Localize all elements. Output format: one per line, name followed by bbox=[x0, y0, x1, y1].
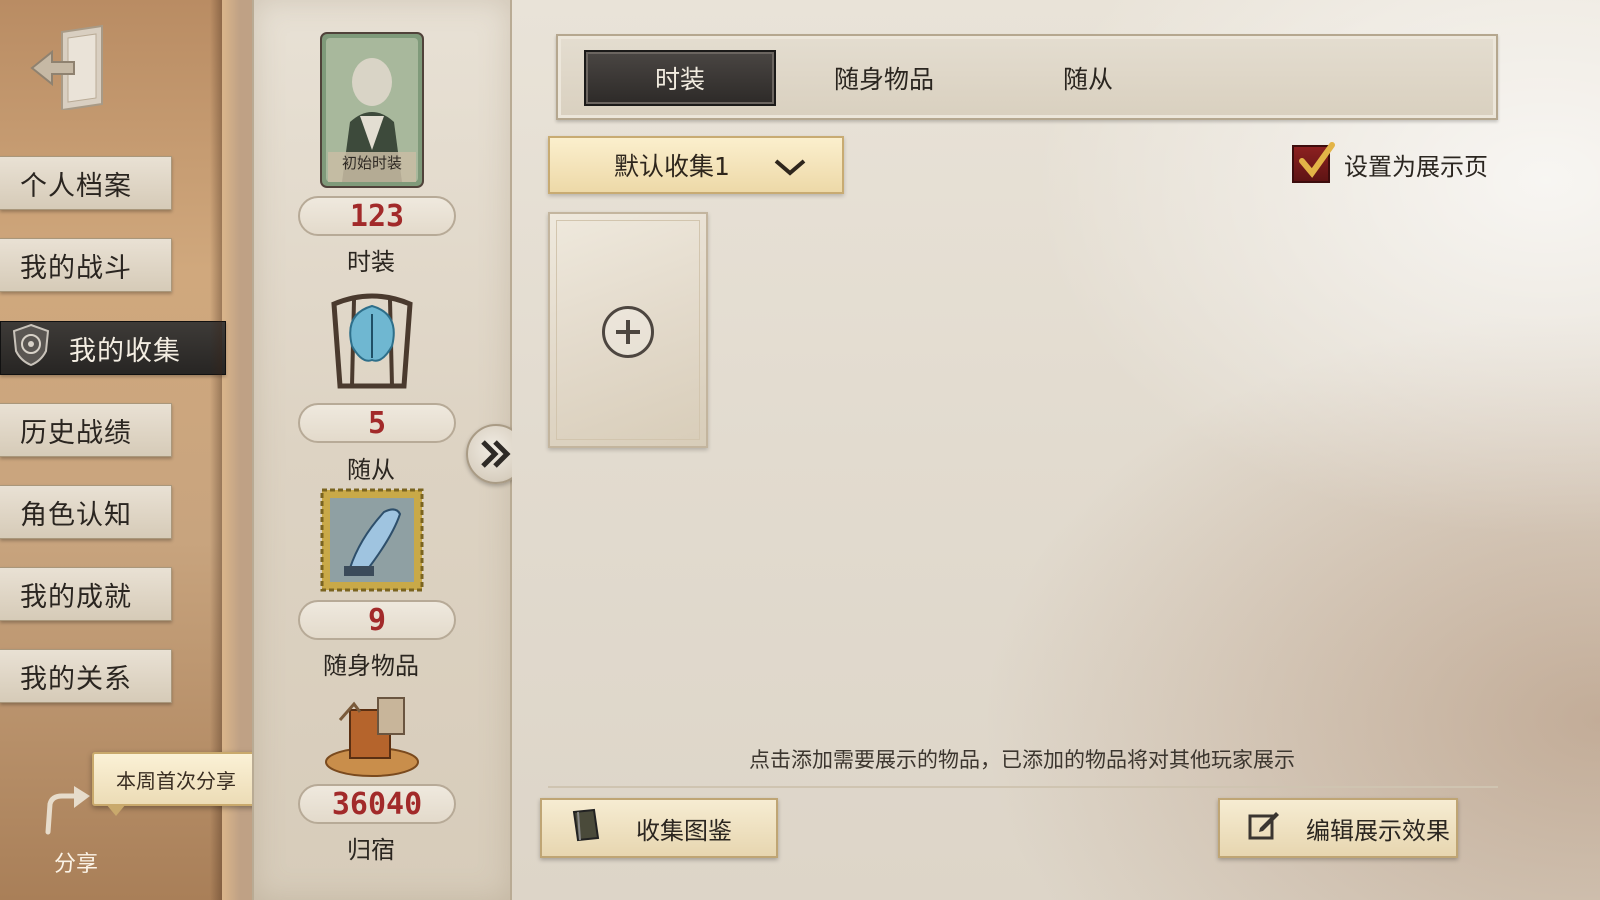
sidebar-item-label: 历史战绩 bbox=[20, 417, 132, 449]
checkmark-icon bbox=[1299, 142, 1335, 178]
exit-button[interactable] bbox=[30, 22, 110, 112]
tab-followers[interactable]: 随从 bbox=[992, 50, 1184, 106]
tooltip-text: 本周首次分享 bbox=[116, 768, 236, 793]
showcase-label: 设置为展示页 bbox=[1344, 152, 1488, 181]
plus-icon bbox=[602, 306, 654, 358]
edit-display-button[interactable]: 编辑展示效果 bbox=[1218, 798, 1458, 858]
outfit-count: 123 bbox=[298, 196, 456, 236]
divider bbox=[548, 786, 1498, 788]
outfit-caption: 初始时装 bbox=[341, 154, 402, 172]
double-chevron-right-icon bbox=[481, 440, 511, 468]
book-icon bbox=[570, 808, 602, 848]
accessory-thumbnail[interactable] bbox=[320, 488, 424, 594]
tab-outfits[interactable]: 时装 bbox=[584, 50, 776, 106]
sidebar-item-profile[interactable]: 个人档案 bbox=[0, 156, 172, 210]
chevron-down-icon bbox=[774, 156, 806, 185]
showcase-toggle[interactable]: 设置为展示页 bbox=[1292, 142, 1488, 186]
follower-count: 5 bbox=[298, 403, 456, 443]
sidebar-item-achievements[interactable]: 我的成就 bbox=[0, 567, 172, 621]
sidebar-item-label: 个人档案 bbox=[20, 170, 132, 202]
follower-label: 随从 bbox=[347, 456, 395, 484]
catalog-button[interactable]: 收集图鉴 bbox=[540, 798, 778, 858]
category-tabs: 时装 随身物品 随从 bbox=[556, 34, 1498, 120]
sidebar-item-battles[interactable]: 我的战斗 bbox=[0, 238, 172, 292]
tab-label: 随身物品 bbox=[833, 65, 934, 94]
shield-icon bbox=[11, 323, 51, 374]
accessory-label: 随身物品 bbox=[323, 652, 419, 680]
sidebar-item-relations[interactable]: 我的关系 bbox=[0, 649, 172, 703]
follower-thumbnail[interactable] bbox=[320, 284, 424, 390]
collection-select[interactable]: 默认收集1 bbox=[548, 136, 844, 194]
main-panel: 时装 随身物品 随从 默认收集1 设置为展示页 点击添加需要展示的物品，已添加的… bbox=[512, 0, 1600, 900]
edit-display-label: 编辑展示效果 bbox=[1306, 816, 1450, 845]
showcase-checkbox[interactable] bbox=[1292, 142, 1335, 183]
share-label: 分享 bbox=[54, 852, 99, 877]
sidebar-item-label: 我的战斗 bbox=[20, 252, 132, 284]
hint-text: 点击添加需要展示的物品，已添加的物品将对其他玩家展示 bbox=[749, 748, 1295, 772]
outfit-thumbnail[interactable] bbox=[320, 32, 424, 188]
tab-label: 时装 bbox=[654, 65, 705, 94]
sidebar-item-collection[interactable]: 我的收集 bbox=[0, 321, 226, 375]
sidebar-item-history[interactable]: 历史战绩 bbox=[0, 403, 172, 457]
collection-screen: 个人档案 我的战斗 我的收集 历史战绩 角色认知 我的成就 我的关系 分享 本周… bbox=[0, 0, 1600, 900]
tab-label: 随从 bbox=[1062, 65, 1113, 94]
edit-icon bbox=[1248, 810, 1280, 846]
outfit-label: 时装 bbox=[347, 248, 395, 276]
sidebar-item-label: 我的关系 bbox=[20, 663, 132, 695]
sidebar-item-label: 我的收集 bbox=[69, 335, 181, 367]
add-item-slot[interactable] bbox=[548, 212, 708, 448]
tab-accessories[interactable]: 随身物品 bbox=[788, 50, 980, 106]
accessory-count: 9 bbox=[298, 600, 456, 640]
home-thumbnail[interactable] bbox=[320, 690, 424, 796]
sidebar-item-label: 角色认知 bbox=[20, 499, 132, 531]
catalog-label: 收集图鉴 bbox=[636, 816, 732, 845]
exit-icon bbox=[30, 24, 103, 110]
home-count: 36040 bbox=[298, 784, 456, 824]
home-label: 归宿 bbox=[347, 836, 395, 864]
collection-select-value: 默认收集1 bbox=[614, 152, 730, 181]
sidebar-item-label: 我的成就 bbox=[20, 581, 132, 613]
sidebar-item-character[interactable]: 角色认知 bbox=[0, 485, 172, 539]
